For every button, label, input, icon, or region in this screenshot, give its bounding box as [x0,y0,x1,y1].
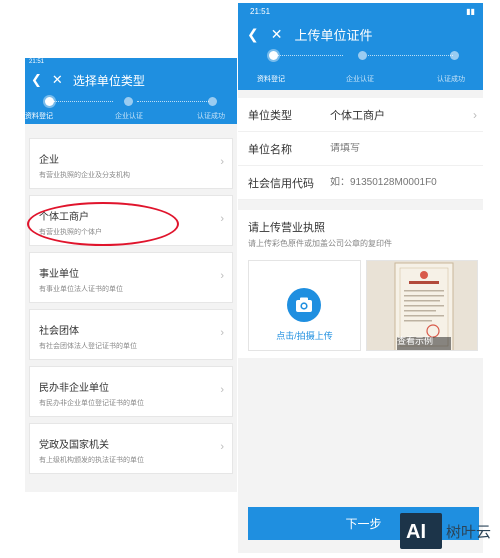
credit-code-row: 社会信用代码 [238,166,483,200]
step-progress: 资料登记 企业认证 认证成功 [238,48,483,90]
step-dot-1 [45,97,54,106]
unit-name-label: 单位名称 [248,143,292,156]
nav-bar: ❮ ✕ 选择单位类型 [25,66,237,94]
step-label-3: 认证成功 [197,113,225,120]
status-time: 21:51 [250,7,271,16]
close-icon[interactable]: ✕ [52,72,63,88]
certificate-form: 单位类型 个体工商户 › 单位名称 社会信用代码 [238,98,483,200]
highlight-circle-annotation [27,202,179,246]
right-phone-screen: 21:51 ▮▮ ❮ ✕ 上传单位证件 资料登记 企业认证 认证成功 单位类型 … [238,3,483,553]
unit-type-label: 单位类型 [248,109,292,122]
step-label-1: 资料登记 [257,76,285,83]
step-dot-3 [450,51,459,60]
step-label-1: 资料登记 [25,113,53,120]
status-bar: 21:51 [25,58,237,66]
unit-type-social-group[interactable]: 社会团体 有社会团体法人登记证书的单位 › [29,309,233,360]
step-dot-2 [358,51,367,60]
upload-caption: 点击/拍摄上传 [276,331,333,341]
battery-icon: ▮▮ [466,7,475,16]
watermark-logo-text: AI [406,521,426,543]
sample-caption: 查看示例 [397,336,434,346]
unit-type-desc: 有上级机构颁发的执法证书的单位 [39,457,144,464]
page-title: 选择单位类型 [72,73,145,88]
camera-icon [287,288,321,322]
step-label-2: 企业认证 [346,76,374,83]
unit-type-value: 个体工商户 [330,109,385,122]
unit-type-desc: 有民办非企业单位登记证书的单位 [39,400,144,407]
unit-type-desc: 有事业单位法人证书的单位 [39,286,123,293]
left-phone-screen: 21:51 ❮ ✕ 选择单位类型 资料登记 企业认证 认证成功 企业 有营业执照… [25,58,237,492]
unit-type-name: 社会团体 [39,326,79,337]
unit-type-row[interactable]: 单位类型 个体工商户 › [238,98,483,132]
credit-code-input[interactable] [330,177,470,188]
nav-bar: ❮ ✕ 上传单位证件 [238,20,483,48]
chevron-right-icon: › [473,107,477,122]
unit-type-list: 企业 有营业执照的企业及分支机构 › 个体工商户 有营业执照的个体户 › 事业单… [29,138,233,480]
chevron-right-icon: › [220,213,224,225]
step-dot-2 [124,97,133,106]
unit-type-desc: 有营业执照的企业及分支机构 [39,172,130,179]
page-title: 上传单位证件 [294,27,373,43]
step-label-3: 认证成功 [437,76,465,83]
step-progress: 资料登记 企业认证 认证成功 [25,94,237,124]
unit-type-enterprise[interactable]: 企业 有营业执照的企业及分支机构 › [29,138,233,189]
unit-type-name: 民办非企业单位 [39,383,109,394]
unit-type-public-institution[interactable]: 事业单位 有事业单位法人证书的单位 › [29,252,233,303]
chevron-right-icon: › [220,441,224,453]
status-bar: 21:51 ▮▮ [238,3,483,20]
unit-type-name: 企业 [39,155,59,166]
upload-hint: 请上传彩色原件或加盖公司公章的复印件 [248,239,392,248]
upload-heading: 请上传营业执照 [248,222,325,234]
unit-type-name: 事业单位 [39,269,79,280]
unit-type-private-non-enterprise[interactable]: 民办非企业单位 有民办非企业单位登记证书的单位 › [29,366,233,417]
step-dot-1 [269,51,278,60]
credit-code-label: 社会信用代码 [248,177,314,190]
chevron-right-icon: › [220,270,224,282]
chevron-right-icon: › [220,327,224,339]
watermark-logo: AI [400,513,442,549]
step-label-2: 企业认证 [115,113,143,120]
view-sample-button[interactable]: 查看示例 [366,260,478,351]
unit-name-input[interactable] [330,143,470,154]
unit-name-row: 单位名称 [238,132,483,166]
step-dot-3 [208,97,217,106]
watermark: AI 树叶云 [398,513,496,553]
back-icon[interactable]: ❮ [31,72,42,88]
chevron-right-icon: › [220,384,224,396]
license-upload-section: 请上传营业执照 请上传彩色原件或加盖公司公章的复印件 点击/拍摄上传 查看示例 [238,210,483,358]
unit-type-government-agency[interactable]: 党政及国家机关 有上级机构颁发的执法证书的单位 › [29,423,233,474]
back-icon[interactable]: ❮ [247,26,259,43]
status-time: 21:51 [29,59,45,65]
unit-type-name: 党政及国家机关 [39,440,109,451]
upload-photo-button[interactable]: 点击/拍摄上传 [248,260,361,351]
chevron-right-icon: › [220,156,224,168]
watermark-name: 树叶云 [446,524,492,541]
unit-type-desc: 有社会团体法人登记证书的单位 [39,343,137,350]
close-icon[interactable]: ✕ [271,26,283,43]
